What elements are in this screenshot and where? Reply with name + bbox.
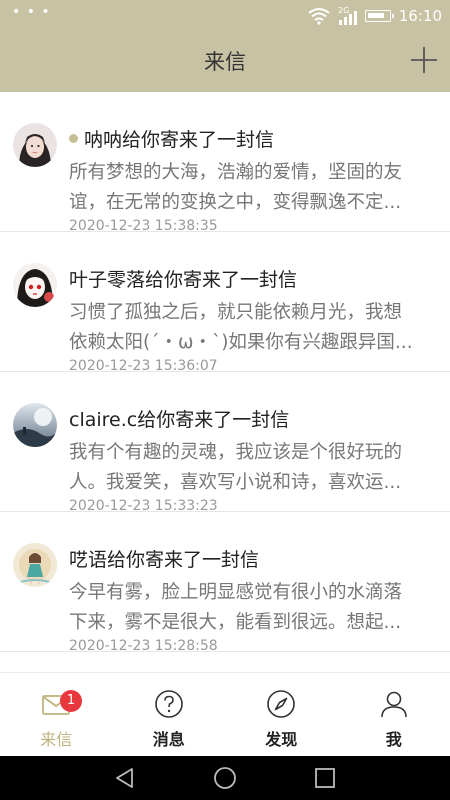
status-bar: • • • 2G 16:10 xyxy=(0,0,450,32)
tab-messages[interactable]: 消息 xyxy=(113,673,226,757)
letter-preview: 所有梦想的大海，浩瀚的爱情，坚固的友 谊，在无常的变换之中，变得飘逸不定... xyxy=(69,158,434,218)
home-icon[interactable] xyxy=(213,766,237,790)
back-icon[interactable] xyxy=(113,766,137,790)
bottom-tab-bar: 1 来信 消息 发现 我 xyxy=(0,672,450,756)
letter-sender-text: 叶子零落给你寄来了一封信 xyxy=(69,269,298,291)
letter-sender-text: claire.c给你寄来了一封信 xyxy=(69,409,290,431)
status-time: 16:10 xyxy=(398,7,442,25)
letter-preview: 我有个有趣的灵魂，我应该是个很好玩的 人。我爱笑，喜欢写小说和诗，喜欢运... xyxy=(69,438,434,498)
system-nav-bar xyxy=(0,756,450,800)
letter-preview-line: 所有梦想的大海，浩瀚的爱情，坚固的友 xyxy=(69,162,403,183)
plus-icon[interactable] xyxy=(408,44,440,76)
letter-preview-line: 今早有雾，脸上明显感觉有很小的水滴落 xyxy=(69,582,403,603)
compass-icon xyxy=(267,690,296,718)
letter-sender-text: 呓语给你寄来了一封信 xyxy=(69,549,260,571)
tab-label: 发现 xyxy=(265,730,298,749)
tab-letters[interactable]: 1 来信 xyxy=(0,673,113,757)
letter-sender-line: 叶子零落给你寄来了一封信 xyxy=(69,265,297,292)
letter-item[interactable]: claire.c给你寄来了一封信 我有个有趣的灵魂，我应该是个很好玩的 人。我爱… xyxy=(0,372,450,514)
more-dots-icon: • • • xyxy=(12,4,51,20)
letter-sender-line: claire.c给你寄来了一封信 xyxy=(69,405,289,432)
wifi-icon xyxy=(308,8,330,25)
signal-icon: 2G xyxy=(338,6,357,25)
letter-preview: 今早有雾，脸上明显感觉有很小的水滴落 下来，雾不是很大，能看到很远。想起... xyxy=(69,578,434,638)
status-icons: 2G 16:10 xyxy=(307,0,442,32)
letter-sender-line: 呐呐给你寄来了一封信 xyxy=(69,125,274,152)
recents-icon[interactable] xyxy=(313,766,337,790)
letter-list[interactable]: 呐呐给你寄来了一封信 所有梦想的大海，浩瀚的爱情，坚固的友 谊，在无常的变换之中… xyxy=(0,92,450,672)
letter-item[interactable]: 呓语给你寄来了一封信 今早有雾，脸上明显感觉有很小的水滴落 下来，雾不是很大，能… xyxy=(0,512,450,654)
tab-label: 我 xyxy=(385,730,402,749)
letter-time: 2020-12-23 15:28:58 xyxy=(69,638,218,654)
tab-discover[interactable]: 发现 xyxy=(225,673,338,757)
letter-preview-line: 谊，在无常的变换之中，变得飘逸不定... xyxy=(69,192,402,213)
letter-sender-text: 呐呐给你寄来了一封信 xyxy=(84,129,275,151)
battery-icon xyxy=(364,10,394,22)
letter-item[interactable]: 叶子零落给你寄来了一封信 习惯了孤独之后，就只能依赖月光，我想 依赖太阳(´・ω… xyxy=(0,232,450,374)
person-icon xyxy=(380,691,407,718)
avatar[interactable] xyxy=(13,543,57,587)
letter-preview-line: 下来，雾不是很大，能看到很远。想起... xyxy=(69,612,402,633)
avatar[interactable] xyxy=(13,123,57,167)
unread-badge: 1 xyxy=(60,690,82,712)
tab-label: 来信 xyxy=(40,730,73,749)
network-type: 2G xyxy=(338,6,349,15)
tab-me[interactable]: 我 xyxy=(338,673,450,757)
letter-preview-line: 依赖太阳(´・ω・`)如果你有兴趣跟异国... xyxy=(69,332,413,353)
letter-sender-line: 呓语给你寄来了一封信 xyxy=(69,545,259,572)
avatar[interactable] xyxy=(13,263,57,307)
letter-preview: 习惯了孤独之后，就只能依赖月光，我想 依赖太阳(´・ω・`)如果你有兴趣跟异国.… xyxy=(69,298,434,358)
letter-preview-line: 人。我爱笑，喜欢写小说和诗，喜欢运... xyxy=(69,472,402,493)
letter-preview-line: 习惯了孤独之后，就只能依赖月光，我想 xyxy=(69,302,403,323)
avatar[interactable] xyxy=(13,403,57,447)
letter-preview-line: 我有个有趣的灵魂，我应该是个很好玩的 xyxy=(69,442,403,463)
unread-dot xyxy=(69,134,78,143)
question-circle-icon xyxy=(154,690,183,718)
tab-label: 消息 xyxy=(152,730,185,749)
page-title: 来信 xyxy=(204,50,246,74)
letter-item[interactable]: 呐呐给你寄来了一封信 所有梦想的大海，浩瀚的爱情，坚固的友 谊，在无常的变换之中… xyxy=(0,92,450,234)
app-header: 来信 xyxy=(0,32,450,92)
